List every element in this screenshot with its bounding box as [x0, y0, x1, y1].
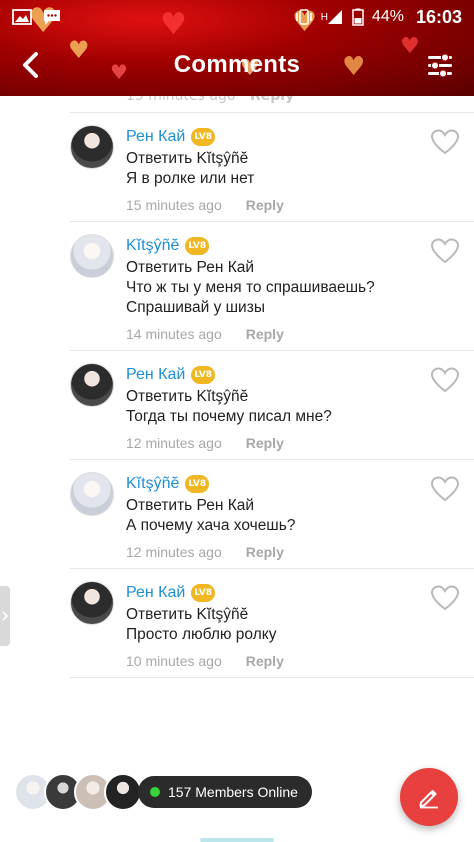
comment-author[interactable]: Рен Кай [126, 584, 185, 602]
members-online-label: 157 Members Online [168, 784, 298, 800]
comment-timestamp: 10 minutes ago [126, 653, 222, 669]
battery-icon [352, 8, 364, 26]
reply-link[interactable]: Reply [246, 326, 284, 342]
member-avatar[interactable] [104, 773, 142, 811]
reply-to-text: Ответить Рен Кай [126, 497, 255, 514]
comment-author[interactable]: Kĭtşŷñĕ [126, 237, 179, 255]
like-button[interactable] [428, 236, 462, 266]
comment-item: Kĭtşŷñĕ LV8 Ответить Рен Кай А почему ха… [70, 460, 474, 569]
avatar[interactable] [70, 125, 114, 169]
status-bar: H 44% 16:03 [0, 0, 474, 34]
heart-outline-icon [430, 367, 460, 393]
partial-comment: 15 minutes ago Reply [70, 96, 474, 113]
reply-to-text: Ответить Рен Кай [126, 259, 255, 276]
comment-author[interactable]: Рен Кай [126, 366, 185, 384]
comment-author[interactable]: Kĭtşŷñĕ [126, 475, 179, 493]
members-online-pill[interactable]: 157 Members Online [138, 776, 312, 808]
reply-to-text: Ответить Kĭtşŷñĕ [126, 388, 249, 405]
comment-item: Рен Кай LV8 Ответить Kĭtşŷñĕ Я в ролке и… [70, 113, 474, 222]
pencil-icon [419, 790, 438, 809]
comment-timestamp: 14 minutes ago [126, 326, 222, 342]
reply-link[interactable]: Reply [246, 435, 284, 451]
comment-text: Что ж ты у меня то спрашиваешь? [126, 279, 375, 296]
heart-outline-icon [430, 476, 460, 502]
gallery-icon [12, 9, 32, 25]
comment-item: Kĭtşŷñĕ LV8 Ответить Рен Кай Что ж ты у … [70, 222, 474, 351]
back-arrow-icon [23, 52, 38, 78]
comment-item: Рен Кай LV8 Ответить Kĭtşŷñĕ Просто любл… [70, 569, 474, 678]
heart-outline-icon [430, 129, 460, 155]
nav-handle [200, 838, 274, 842]
signal-icon: H [321, 8, 344, 26]
comment-timestamp: 15 minutes ago [126, 197, 222, 213]
comment-text: Просто люблю ролку [126, 626, 277, 643]
like-button[interactable] [428, 583, 462, 613]
clock: 16:03 [415, 6, 462, 27]
page-title: Comments [173, 51, 301, 78]
filter-sliders-icon [428, 53, 452, 77]
reply-to-text: Ответить Kĭtşŷñĕ [126, 150, 249, 167]
level-badge: LV8 [191, 128, 216, 146]
comment-text: Спрашивай у шизы [126, 299, 265, 316]
comment-item: Рен Кай LV8 Ответить Kĭtşŷñĕ Тогда ты по… [70, 351, 474, 460]
heart-outline-icon [430, 585, 460, 611]
reply-link[interactable]: Reply [246, 197, 284, 213]
avatar[interactable] [70, 581, 114, 625]
level-badge: LV8 [185, 475, 210, 493]
title-bar: Comments [0, 36, 474, 94]
side-drawer-tab[interactable] [0, 586, 10, 646]
back-button[interactable] [16, 50, 44, 80]
comment-timestamp: 15 minutes ago [126, 96, 236, 104]
heart-outline-icon [430, 238, 460, 264]
comment-list: 15 minutes ago Reply Рен Кай LV8 Ответит… [0, 96, 474, 678]
level-badge: LV8 [185, 237, 210, 255]
chevron-right-icon [2, 611, 8, 621]
comment-author[interactable]: Рен Кай [126, 128, 185, 146]
online-status-dot [150, 787, 160, 797]
level-badge: LV8 [191, 366, 216, 384]
compose-button[interactable] [400, 768, 458, 826]
header: ♥ ♥ ♥ ♥ ♥ ♥ ♥ ♥ H 44% 16:03 Comments [0, 0, 474, 96]
like-button[interactable] [428, 365, 462, 395]
avatar[interactable] [70, 472, 114, 516]
online-members-bar[interactable]: 157 Members Online [14, 770, 312, 814]
comment-text: Я в ролке или нет [126, 170, 255, 187]
comment-timestamp: 12 minutes ago [126, 435, 222, 451]
comment-timestamp: 12 minutes ago [126, 544, 222, 560]
avatar[interactable] [70, 363, 114, 407]
filter-button[interactable] [424, 50, 456, 80]
like-button[interactable] [428, 474, 462, 504]
battery-percent: 44% [371, 8, 404, 25]
comment-text: Тогда ты почему писал мне? [126, 408, 332, 425]
comment-text: А почему хача хочешь? [126, 517, 296, 534]
reply-link[interactable]: Reply [250, 96, 294, 104]
like-button[interactable] [428, 127, 462, 157]
reply-to-text: Ответить Kĭtşŷñĕ [126, 606, 249, 623]
avatar[interactable] [70, 234, 114, 278]
vibrate-icon [295, 8, 313, 26]
reply-link[interactable]: Reply [246, 653, 284, 669]
reply-link[interactable]: Reply [246, 544, 284, 560]
level-badge: LV8 [191, 584, 216, 602]
chat-notification-icon [42, 8, 62, 26]
